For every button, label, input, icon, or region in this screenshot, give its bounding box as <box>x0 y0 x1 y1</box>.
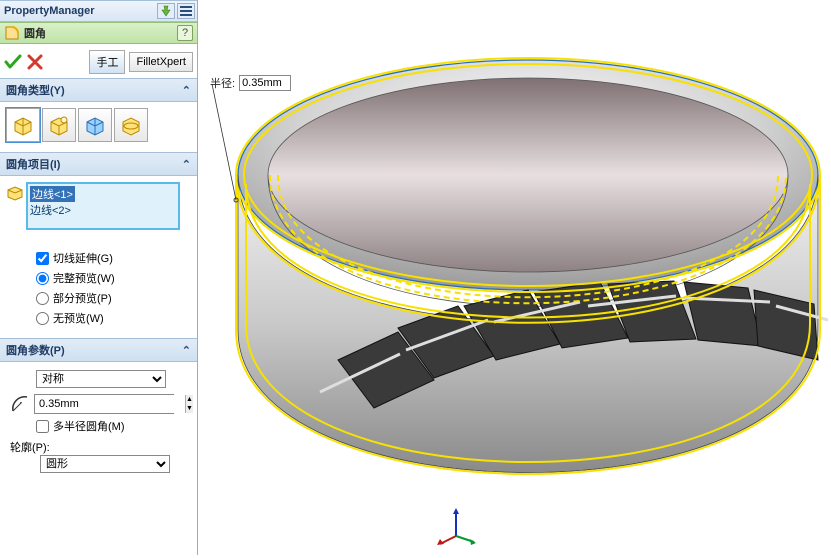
multi-radius-checkbox[interactable] <box>36 420 49 433</box>
profile-label: 轮廓(P): <box>10 442 50 454</box>
fillet-items-body: 边线<1> 边线<2> 切线延伸(G) 完整预览(W) 部分预览(P) 无预览(… <box>0 176 197 338</box>
ring-model <box>198 0 831 555</box>
callout-input[interactable] <box>239 75 291 91</box>
feature-title-bar: 圆角 ? <box>0 22 197 44</box>
fillet-params-body: 对称 ▲ ▼ 多半径圆角(M) 轮廓(P): 圆形 <box>0 362 197 486</box>
spin-up[interactable]: ▲ <box>186 395 193 404</box>
help-button[interactable]: ? <box>177 25 193 41</box>
fillet-type-variable[interactable] <box>42 108 76 142</box>
manual-tab[interactable]: 手工 <box>89 50 125 74</box>
orientation-triad[interactable] <box>436 506 476 546</box>
pin-panel-button[interactable] <box>157 3 175 19</box>
radius-icon <box>10 394 30 414</box>
no-preview-radio[interactable] <box>36 312 49 325</box>
partial-preview-radio[interactable] <box>36 292 49 305</box>
callout-label: 半径: <box>208 74 237 92</box>
spin-down[interactable]: ▼ <box>186 404 193 413</box>
panel-title: PropertyManager <box>2 5 155 17</box>
selected-edge[interactable]: 边线<2> <box>30 202 176 218</box>
viewport-3d[interactable] <box>198 0 831 555</box>
ok-button[interactable] <box>4 53 22 71</box>
radius-callout[interactable]: 半径: <box>208 74 291 92</box>
fillet-params-header[interactable]: 圆角参数(P) ⌃ <box>0 338 197 362</box>
radius-input[interactable] <box>35 395 185 413</box>
confirm-bar: 手工 FilletXpert <box>0 44 197 78</box>
panel-title-bar: PropertyManager <box>0 0 197 22</box>
collapse-icon: ⌃ <box>182 84 191 97</box>
collapse-icon: ⌃ <box>182 158 191 171</box>
feature-name: 圆角 <box>24 25 173 41</box>
tangent-propagation-checkbox[interactable] <box>36 252 49 265</box>
cancel-button[interactable] <box>26 53 44 71</box>
fillet-type-constant[interactable] <box>6 108 40 142</box>
panel-menu-button[interactable] <box>177 3 195 19</box>
selection-box[interactable]: 边线<1> 边线<2> <box>26 182 180 230</box>
full-preview-radio[interactable] <box>36 272 49 285</box>
profile-select[interactable]: 圆形 <box>40 455 170 473</box>
fillet-type-body <box>0 102 197 152</box>
filletxpert-tab[interactable]: FilletXpert <box>129 52 193 72</box>
fillet-icon <box>4 25 20 41</box>
fillet-type-face[interactable] <box>78 108 112 142</box>
property-manager-panel: PropertyManager 圆角 ? 手工 FilletXpert 圆角类型… <box>0 0 198 555</box>
fillet-type-full-round[interactable] <box>114 108 148 142</box>
symmetry-select[interactable]: 对称 <box>36 370 166 388</box>
radius-spinner[interactable]: ▲ ▼ <box>34 394 174 414</box>
collapse-icon: ⌃ <box>182 344 191 357</box>
selected-edge[interactable]: 边线<1> <box>30 186 75 202</box>
edge-icon <box>6 184 24 202</box>
fillet-type-header[interactable]: 圆角类型(Y) ⌃ <box>0 78 197 102</box>
fillet-items-header[interactable]: 圆角项目(I) ⌃ <box>0 152 197 176</box>
